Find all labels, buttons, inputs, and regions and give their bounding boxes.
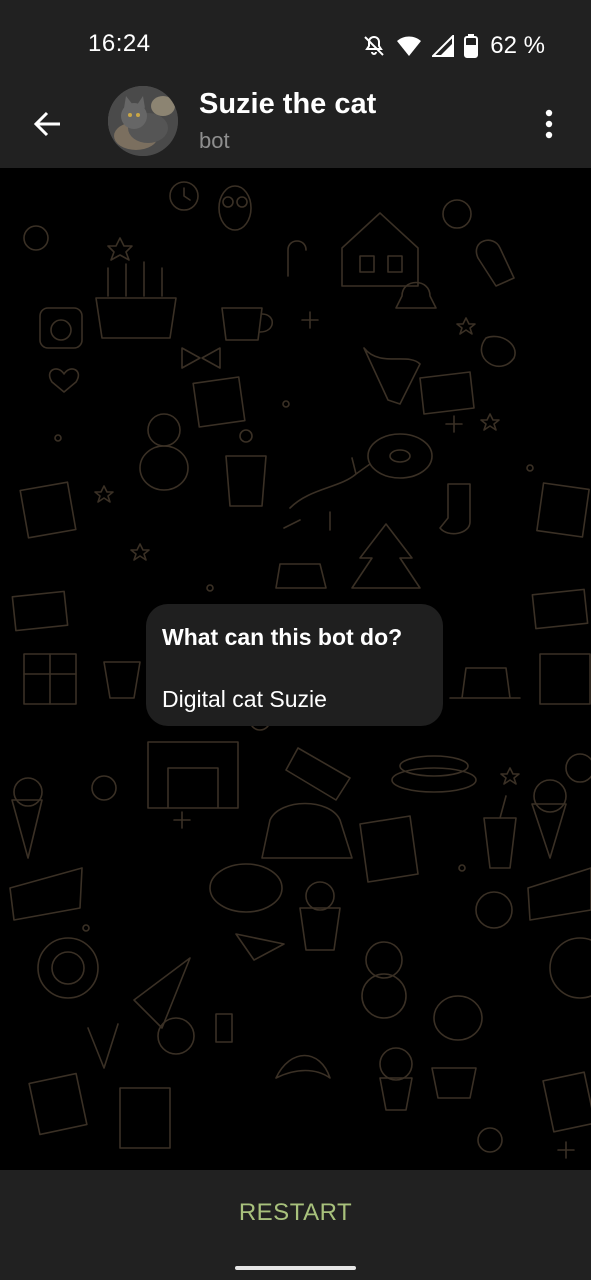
chat-background: What can this bot do? Digital cat Suzie bbox=[0, 168, 591, 1170]
signal-icon bbox=[432, 35, 455, 57]
bot-info-description: Digital cat Suzie bbox=[162, 686, 327, 712]
bot-info-bubble: What can this bot do? Digital cat Suzie bbox=[146, 604, 443, 726]
arrow-left-icon bbox=[33, 109, 63, 144]
back-button[interactable] bbox=[24, 102, 72, 150]
chat-subtitle: bot bbox=[199, 128, 230, 153]
telegram-chat-screen: 16:24 62 % Suzie the cat bot What can th… bbox=[0, 0, 591, 1280]
status-icons: 62 % bbox=[362, 30, 545, 62]
wifi-icon bbox=[396, 35, 422, 57]
bottom-bar: RESTART bbox=[0, 1170, 591, 1280]
avatar[interactable] bbox=[108, 86, 178, 156]
battery-percent: 62 % bbox=[490, 32, 545, 59]
status-bar: 16:24 62 % bbox=[0, 0, 591, 88]
bell-off-icon bbox=[362, 34, 386, 58]
chat-header: Suzie the cat bot bbox=[0, 86, 591, 168]
status-time: 16:24 bbox=[88, 30, 151, 57]
battery-icon bbox=[464, 34, 479, 58]
gesture-nav-handle[interactable] bbox=[235, 1266, 356, 1270]
chat-title[interactable]: Suzie the cat bbox=[199, 88, 376, 121]
restart-button[interactable]: RESTART bbox=[0, 1170, 591, 1256]
more-vertical-icon bbox=[545, 109, 553, 144]
bot-info-title: What can this bot do? bbox=[162, 624, 403, 650]
more-menu-button[interactable] bbox=[529, 102, 569, 150]
